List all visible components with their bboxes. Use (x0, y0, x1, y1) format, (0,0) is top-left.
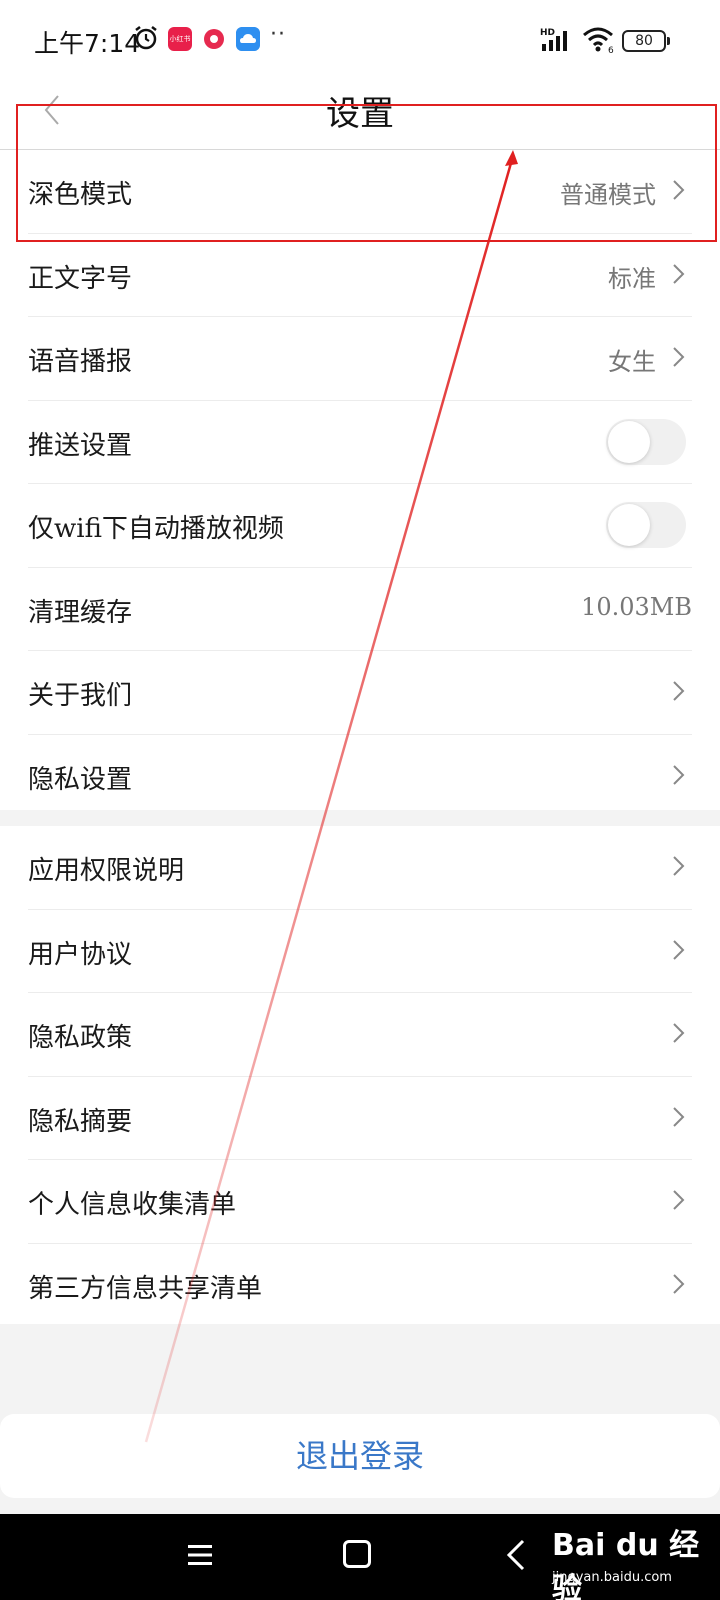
cache-size-value: 10.03MB (581, 592, 692, 621)
chevron-right-icon (673, 681, 685, 701)
status-bar: 上午7:14 小红书 ·· HD 6 80 (0, 0, 720, 80)
toggle-knob (608, 504, 650, 546)
setting-label: 隐私摘要 (28, 1106, 133, 1137)
chevron-right-icon (673, 1273, 685, 1294)
chevron-right-icon (673, 180, 685, 200)
setting-label: 深色模式 (28, 180, 133, 210)
chevron-right-icon (673, 764, 685, 785)
setting-value: 普通模式 (560, 181, 656, 209)
setting-row-third-party-sharing[interactable]: 第三方信息共享清单 (28, 1244, 692, 1328)
chevron-right-icon (673, 347, 685, 367)
chevron-right-icon (673, 263, 685, 284)
nav-back-icon[interactable] (505, 1538, 527, 1572)
chevron-right-icon (673, 856, 685, 876)
alarm-icon (135, 26, 157, 50)
section-divider (0, 810, 720, 826)
push-toggle[interactable] (606, 418, 686, 465)
more-notifications-icon: ·· (270, 22, 286, 47)
red-app-icon (204, 29, 224, 49)
setting-value: 标准 (608, 264, 656, 293)
network-type-label: HD (540, 28, 555, 38)
setting-row-privacy-summary[interactable]: 隐私摘要 (28, 1077, 692, 1160)
setting-label: 正文字号 (28, 263, 133, 294)
setting-row-font-size[interactable]: 正文字号 标准 (28, 234, 692, 317)
setting-label: 个人信息收集清单 (28, 1190, 237, 1220)
setting-row-personal-info-list[interactable]: 个人信息收集清单 (28, 1160, 692, 1244)
wifi-icon: 6 (583, 27, 614, 54)
xiaohongshu-app-icon: 小红书 (168, 27, 192, 51)
app-badge-text: 小红书 (169, 35, 191, 43)
setting-row-dark-mode[interactable]: 深色模式 普通模式 (28, 150, 692, 234)
battery-icon: 80 (622, 30, 670, 52)
logout-button[interactable]: 退出登录 (0, 1414, 720, 1498)
signal-icon: HD (540, 28, 567, 51)
setting-row-voice-broadcast[interactable]: 语音播报 女生 (28, 317, 692, 401)
wifi-autoplay-toggle[interactable] (606, 502, 686, 548)
section-divider (0, 1324, 720, 1414)
setting-row-wifi-autoplay: 仅wifi下自动播放视频 (28, 484, 692, 568)
header: 设置 (0, 70, 720, 150)
wifi-badge: 6 (608, 46, 614, 54)
setting-label: 用户协议 (28, 939, 133, 970)
setting-label: 仅wifi下自动播放视频 (28, 514, 284, 544)
chevron-right-icon (673, 1190, 685, 1210)
setting-value: 女生 (608, 348, 656, 376)
watermark-url: jingyan.baidu.com (552, 1570, 672, 1585)
setting-label: 清理缓存 (28, 597, 133, 628)
logout-area: 退出登录 (0, 1414, 720, 1514)
toggle-knob (608, 420, 650, 463)
setting-label: 语音播报 (28, 347, 133, 377)
baidu-jingyan-watermark: Bai du 经验 (552, 1528, 700, 1600)
setting-row-push: 推送设置 (28, 401, 692, 484)
setting-row-privacy-policy[interactable]: 隐私政策 (28, 993, 692, 1077)
chevron-right-icon (673, 1023, 685, 1043)
setting-row-about-us[interactable]: 关于我们 (28, 651, 692, 735)
setting-row-user-agreement[interactable]: 用户协议 (28, 910, 692, 993)
setting-label: 隐私设置 (28, 764, 133, 795)
setting-label: 隐私政策 (28, 1023, 133, 1053)
settings-group-legal: 应用权限说明 用户协议 隐私政策 隐私摘要 个人信息收集清单 第三方信息共享清单 (0, 826, 720, 1327)
cloud-app-icon (236, 27, 260, 51)
setting-label: 关于我们 (28, 681, 133, 711)
status-time: 上午7:14 (34, 29, 141, 58)
setting-row-privacy-settings[interactable]: 隐私设置 (28, 735, 692, 819)
setting-label: 应用权限说明 (28, 856, 185, 886)
system-nav-bar: Bai du 经验 jingyan.baidu.com (0, 1514, 720, 1600)
setting-row-app-permissions[interactable]: 应用权限说明 (28, 826, 692, 910)
chevron-right-icon (673, 939, 685, 960)
home-icon[interactable] (343, 1540, 371, 1568)
chevron-right-icon (673, 1106, 685, 1127)
setting-label: 第三方信息共享清单 (28, 1273, 263, 1304)
setting-label: 推送设置 (28, 430, 133, 461)
settings-group-preferences: 深色模式 普通模式 正文字号 标准 语音播报 女生 推送设置 仅wifi下自动播… (0, 150, 720, 818)
recent-apps-icon[interactable] (186, 1542, 214, 1568)
setting-row-clear-cache[interactable]: 清理缓存 10.03MB (28, 568, 692, 651)
page-title: 设置 (326, 94, 394, 134)
